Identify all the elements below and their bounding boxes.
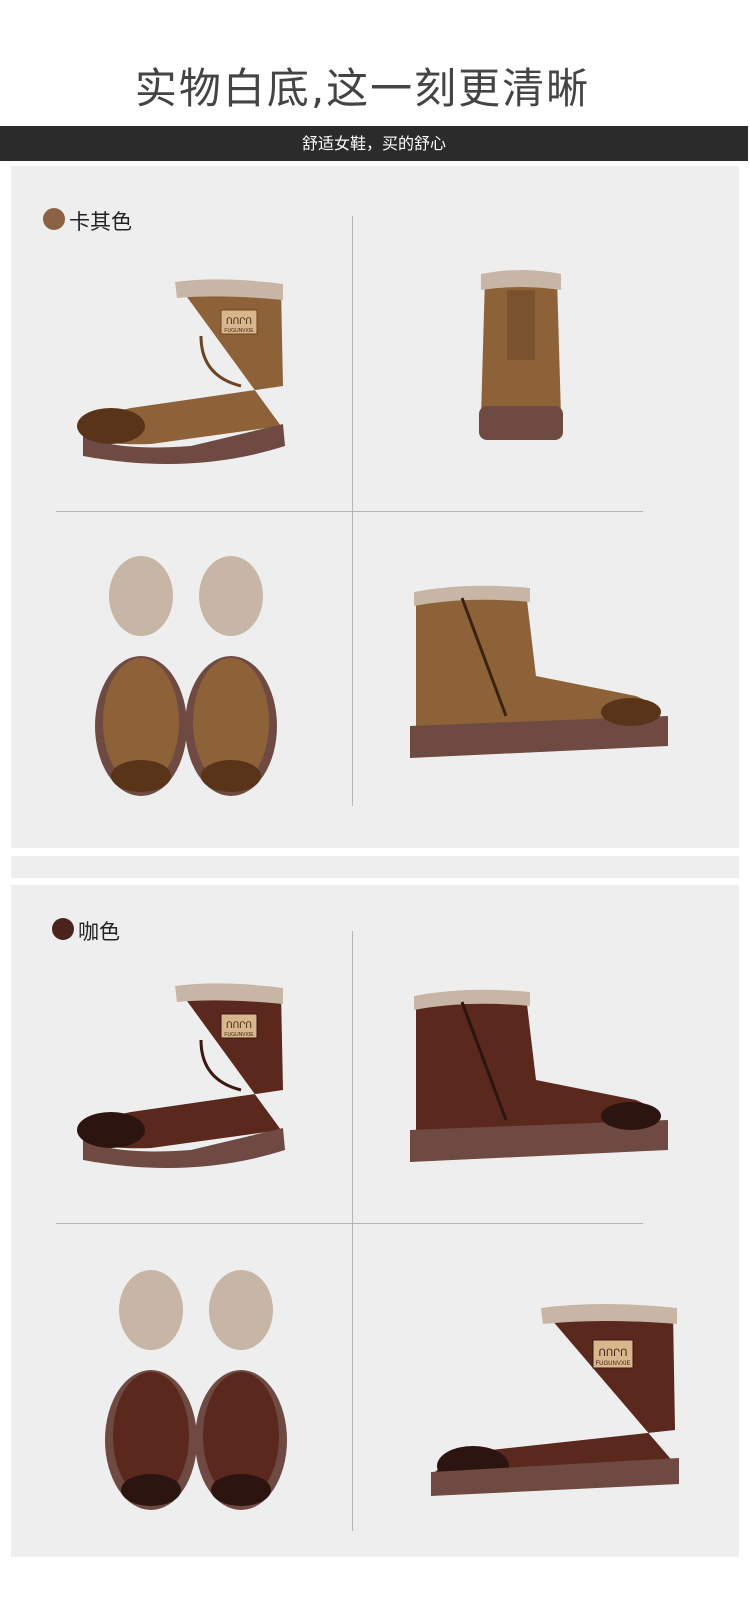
brand-logo-text: ՈՈՐՈ	[599, 1348, 628, 1359]
grid-divider-horizontal	[56, 511, 643, 512]
boot-back-view	[471, 266, 571, 466]
brand-name-text: FUGUNVXIE	[595, 1361, 630, 1367]
grid-divider-horizontal	[56, 1223, 643, 1224]
color-label-coffee: 咖色	[78, 920, 120, 944]
section-divider	[11, 856, 739, 878]
brand-name-text: FUGUNVXIE	[224, 328, 254, 334]
color-swatch-khaki	[43, 208, 65, 230]
slogan-banner: 舒适女鞋，买的舒心	[0, 126, 748, 161]
brand-logo-text: ՈՈՐՈ	[226, 1020, 252, 1030]
color-label-khaki: 卡其色	[69, 210, 132, 234]
grid-divider-vertical	[352, 931, 353, 1531]
boot-side-view-left: ՈՈՐՈ FUGUNVXIE	[71, 980, 301, 1180]
color-swatch-coffee	[52, 918, 74, 940]
boot-side-view-left: ՈՈՐՈ FUGUNVXIE	[71, 276, 301, 476]
boot-top-view-pair	[101, 1260, 301, 1520]
boot-side-view-zipper	[406, 576, 676, 776]
boot-top-view-pair	[91, 546, 291, 806]
boot-side-view-right: ՈՈՐՈ FUGUNVXIE	[421, 1300, 691, 1500]
page-title: 实物白底,这一刻更清晰	[134, 64, 591, 113]
brand-name-text: FUGUNVXIE	[224, 1032, 254, 1038]
color-panel-coffee: 咖色 ՈՈՐՈ FUGUNVXIE ՈՈՐՈ FUGUNVXIE	[11, 885, 739, 1557]
brand-logo-text: ՈՈՐՈ	[226, 316, 252, 326]
color-panel-khaki: 卡其色 ՈՈՐՈ FUGUNVXIE	[11, 166, 739, 848]
boot-side-view-zipper	[406, 980, 676, 1180]
